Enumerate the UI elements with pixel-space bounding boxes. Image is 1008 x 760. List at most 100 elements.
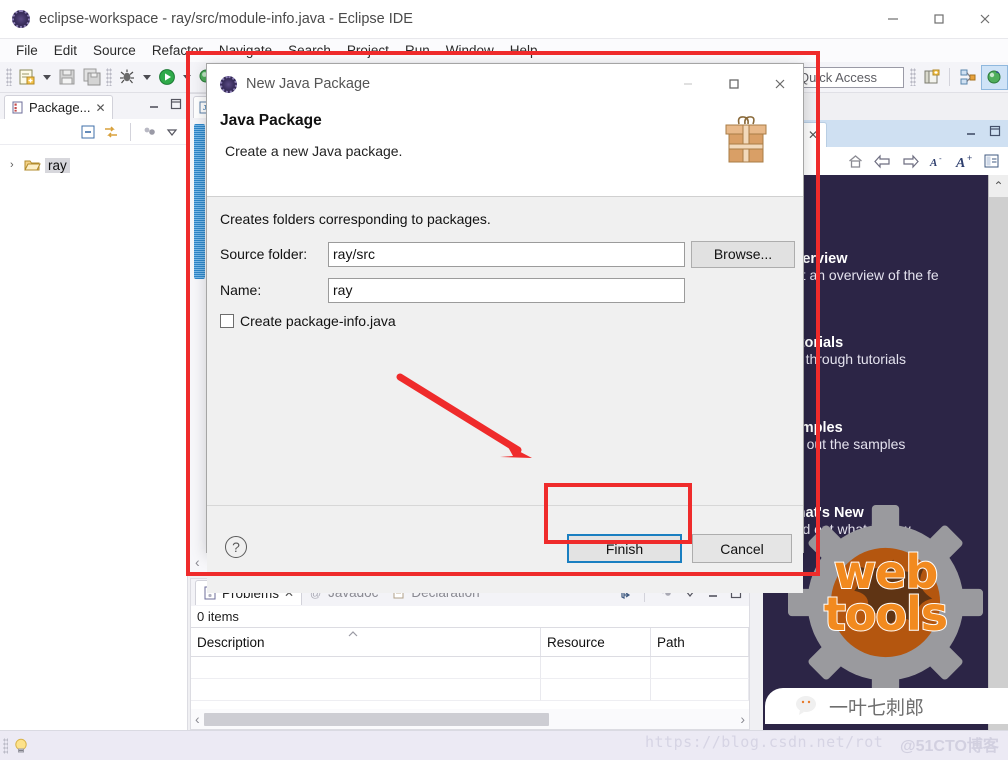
svg-text:+: + [967, 154, 972, 163]
menu-window[interactable]: Window [438, 39, 502, 62]
new-dropdown-arrow[interactable] [39, 65, 54, 89]
debug-icon[interactable] [114, 65, 139, 89]
maximize-icon[interactable] [169, 97, 183, 111]
menu-run[interactable]: Run [397, 39, 438, 62]
tree-item-ray[interactable]: › ray [0, 155, 187, 175]
create-package-info-row[interactable]: Create package-info.java [220, 313, 803, 329]
column-header-path[interactable]: Path [651, 628, 749, 656]
welcome-item-tutorials[interactable]: Tutorials Go through tutorials [783, 335, 993, 367]
menu-edit[interactable]: Edit [46, 39, 85, 62]
view-menu-icon[interactable] [165, 125, 179, 139]
menu-file[interactable]: File [8, 39, 46, 62]
table-cell [651, 657, 749, 679]
menu-search[interactable]: Search [280, 39, 339, 62]
window-minimize-button[interactable] [870, 0, 916, 39]
menubar: File Edit Source Refactor Navigate Searc… [0, 39, 1008, 62]
tip-bulb-icon[interactable] [12, 737, 30, 755]
table-row[interactable] [191, 679, 749, 701]
dialog-maximize-button[interactable] [711, 64, 757, 104]
welcome-vertical-scrollbar[interactable]: ⌃ ⌄ [988, 175, 1008, 730]
dialog-heading: Java Package [220, 112, 322, 129]
window-title: eclipse-workspace - ray/src/module-info.… [39, 11, 413, 27]
debug-dropdown-arrow[interactable] [139, 65, 154, 89]
table-cell [541, 657, 651, 679]
table-row[interactable] [191, 657, 749, 679]
statusbar-grip [3, 737, 8, 754]
back-icon[interactable] [873, 153, 892, 169]
menu-navigate[interactable]: Navigate [211, 39, 280, 62]
menu-help[interactable]: Help [502, 39, 546, 62]
scroll-right-icon[interactable]: › [736, 711, 749, 727]
help-icon[interactable]: ? [225, 536, 247, 558]
menu-project[interactable]: Project [339, 39, 397, 62]
create-package-info-checkbox[interactable] [220, 314, 234, 328]
toolbar-grip-2[interactable] [106, 68, 112, 86]
scroll-left-icon[interactable]: ‹ [195, 554, 200, 570]
name-row: Name: ray [220, 277, 803, 303]
scrollbar-thumb[interactable] [203, 712, 549, 726]
run-icon[interactable] [154, 65, 179, 89]
window-close-button[interactable] [962, 0, 1008, 39]
maximize-icon[interactable] [988, 124, 1002, 138]
link-with-editor-icon[interactable] [103, 124, 119, 140]
eclipse-icon [220, 75, 237, 93]
minimize-icon[interactable] [964, 125, 978, 137]
wechat-name: 一叶七刺郎 [829, 697, 925, 719]
problems-horizontal-scrollbar[interactable]: ‹ › [191, 709, 749, 729]
dialog-close-button[interactable] [757, 64, 803, 104]
welcome-item-samples[interactable]: Samples Try out the samples [783, 420, 993, 452]
package-name-input[interactable]: ray [328, 277, 685, 303]
svg-text:A: A [955, 156, 965, 169]
dialog-minimize-button [665, 64, 711, 104]
new-icon[interactable] [14, 65, 39, 89]
table-cell [191, 679, 541, 701]
perspective-separator [949, 68, 950, 86]
item-description: Try out the samples [783, 436, 906, 452]
decrease-font-icon[interactable]: A - [929, 154, 946, 169]
quick-access-input[interactable]: Quick Access [794, 66, 904, 88]
java-perspective-icon[interactable] [981, 64, 1008, 90]
collapse-all-icon[interactable] [80, 124, 96, 140]
column-label: Path [657, 634, 685, 650]
menu-refactor[interactable]: Refactor [144, 39, 211, 62]
close-icon[interactable]: ✕ [95, 102, 105, 114]
column-header-description[interactable]: Description [191, 628, 541, 656]
dialog-footer: ? Finish Cancel [207, 505, 803, 593]
column-header-resource[interactable]: Resource [541, 628, 651, 656]
welcome-item-overview[interactable]: Overview Get an overview of the fe [783, 251, 993, 283]
new-java-package-dialog: New Java Package Java Package Create a n… [206, 63, 804, 593]
toolbar-grip[interactable] [6, 68, 12, 86]
chevron-right-icon[interactable]: › [10, 159, 20, 171]
run-dropdown-arrow[interactable] [179, 65, 194, 89]
table-cell [541, 679, 651, 701]
home-icon[interactable] [847, 153, 864, 170]
minimize-icon[interactable] [147, 98, 161, 110]
forward-icon[interactable] [901, 153, 920, 169]
open-perspective-icon[interactable] [918, 65, 945, 90]
folder-icon [24, 160, 41, 171]
save-all-icon[interactable] [79, 65, 104, 89]
name-label: Name: [220, 282, 262, 298]
close-icon[interactable]: ✕ [808, 129, 818, 141]
scroll-left-icon[interactable]: ‹ [191, 711, 204, 727]
window-maximize-button[interactable] [916, 0, 962, 39]
tab-label: Package... [29, 100, 91, 115]
focus-icon[interactable] [142, 124, 158, 140]
customize-page-icon[interactable] [983, 153, 1000, 169]
browse-button[interactable]: Browse... [691, 240, 795, 268]
package-explorer-tabstrip: Package... ✕ [0, 93, 187, 119]
scroll-up-icon[interactable]: ⌃ [989, 175, 1008, 197]
save-icon[interactable] [54, 65, 79, 89]
java-ee-perspective-icon[interactable] [954, 65, 981, 90]
package-explorer-panel: Package... ✕ › ray [0, 93, 188, 730]
tab-package-explorer[interactable]: Package... ✕ [4, 95, 113, 119]
source-folder-input[interactable]: ray/src [328, 241, 685, 267]
problems-table-header: Description Resource Path [191, 627, 749, 657]
cancel-button[interactable]: Cancel [692, 534, 792, 563]
menu-source[interactable]: Source [85, 39, 144, 62]
sort-ascending-icon [348, 631, 358, 637]
increase-font-icon[interactable]: A + [955, 154, 974, 169]
toolbar-grip-3[interactable] [910, 68, 916, 86]
finish-button[interactable]: Finish [567, 534, 682, 563]
url-watermark: https://blog.csdn.net/rot [645, 733, 884, 751]
